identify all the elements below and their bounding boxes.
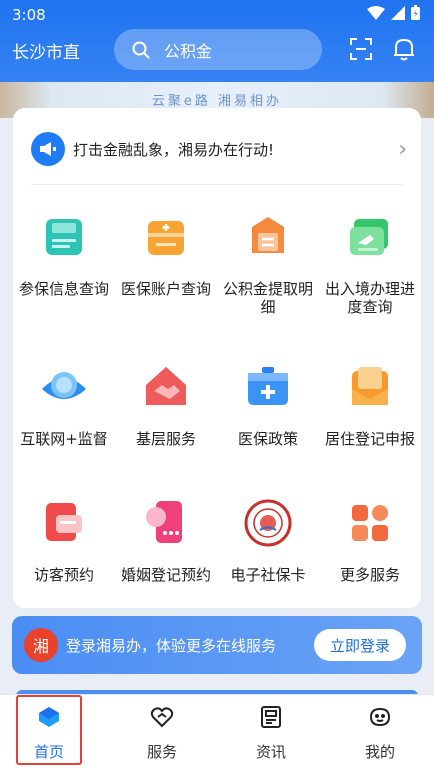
service-label: 基层服务 (135, 430, 196, 448)
insurance-card-icon (46, 219, 82, 255)
login-prompt-text: 登录湘易办，体验更多在线服务 (66, 637, 277, 655)
service-item-internet-supervision[interactable]: 互联网+监督 (13, 363, 115, 448)
service-label: 更多服务 (339, 566, 400, 584)
chevron-right-icon: › (398, 136, 407, 162)
service-label: 医保账户查询 (120, 280, 211, 298)
divider (31, 184, 403, 185)
service-label: 医保政策 (237, 430, 298, 448)
passport-icon (350, 219, 388, 255)
login-button[interactable]: 立即登录 (314, 629, 406, 661)
search-input[interactable]: 公积金 (114, 29, 322, 70)
notice-text: 打击金融乱象，湘易办在行动! (73, 140, 275, 159)
service-label: 居住登记申报 (324, 430, 415, 448)
service-item-fund-detail[interactable]: 公积金提取明细 (217, 213, 319, 316)
signal-icon (391, 5, 405, 20)
login-prompt-bar: 湘 登录湘易办，体验更多在线服务 立即登录 (12, 616, 422, 674)
service-label: 出入境办理进度查询 (324, 280, 415, 316)
status-time: 3:08 (12, 6, 46, 24)
app-logo: 湘 (24, 628, 58, 662)
bottom-tab-bar: 首页 服务 资讯 我的 (0, 694, 434, 772)
status-bar: 3:08 (0, 0, 434, 30)
service-item-grassroots[interactable]: 基层服务 (115, 363, 217, 448)
residence-envelope-icon (352, 367, 388, 405)
tab-profile[interactable]: 我的 (326, 695, 434, 772)
service-icon (150, 707, 174, 728)
service-item-residence[interactable]: 居住登记申报 (319, 363, 421, 448)
medical-wallet-icon (148, 221, 184, 255)
battery-icon (411, 5, 420, 20)
tab-label: 服务 (146, 743, 177, 761)
more-grid-icon (352, 505, 388, 541)
tab-service[interactable]: 服务 (108, 695, 216, 772)
search-icon (132, 41, 150, 58)
visitor-card-icon (46, 503, 82, 541)
tab-label: 我的 (364, 743, 395, 761)
service-label: 婚姻登记预约 (120, 566, 211, 584)
city-selector[interactable]: 长沙市直 (12, 38, 80, 63)
status-icons (367, 5, 420, 20)
tab-news[interactable]: 资讯 (217, 695, 325, 772)
news-icon (261, 706, 281, 728)
handshake-home-icon (146, 367, 186, 405)
bell-icon[interactable] (392, 36, 416, 62)
search-placeholder: 公积金 (164, 41, 213, 61)
service-item-e-social-card[interactable]: 电子社保卡 (217, 499, 319, 584)
marriage-phone-icon (146, 501, 182, 543)
wifi-icon (367, 5, 385, 20)
service-item-insurance-info[interactable]: 参保信息查询 (13, 213, 115, 298)
fund-detail-icon (252, 217, 284, 253)
service-label: 互联网+监督 (20, 430, 108, 448)
service-item-exit-entry[interactable]: 出入境办理进度查询 (319, 213, 421, 316)
service-label: 公积金提取明细 (222, 280, 313, 316)
banner-slogan: 云聚e路 湘易相办 (151, 94, 283, 109)
home-icon (39, 707, 59, 727)
notice-bar[interactable]: 打击金融乱象，湘易办在行动! › (31, 131, 407, 167)
profile-icon (369, 707, 391, 727)
scan-icon[interactable] (350, 38, 372, 60)
medical-kit-icon (248, 367, 288, 405)
service-label: 访客预约 (33, 566, 94, 584)
service-label: 参保信息查询 (18, 280, 109, 298)
social-security-badge-icon (244, 499, 292, 547)
service-item-visitor[interactable]: 访客预约 (13, 499, 115, 584)
tab-label: 资讯 (255, 743, 286, 761)
megaphone-icon (31, 132, 65, 166)
tab-home[interactable]: 首页 (16, 695, 82, 765)
service-item-more[interactable]: 更多服务 (319, 499, 421, 584)
service-item-marriage[interactable]: 婚姻登记预约 (115, 499, 217, 584)
tab-label: 首页 (33, 743, 64, 761)
services-card: 打击金融乱象，湘易办在行动! › 参保信息查询 医保账户查询 公积金提取明细 出… (13, 108, 421, 608)
service-label: 电子社保卡 (230, 566, 306, 584)
eye-supervision-icon (42, 372, 86, 399)
service-item-medical-policy[interactable]: 医保政策 (217, 363, 319, 448)
service-item-medical-account[interactable]: 医保账户查询 (115, 213, 217, 298)
